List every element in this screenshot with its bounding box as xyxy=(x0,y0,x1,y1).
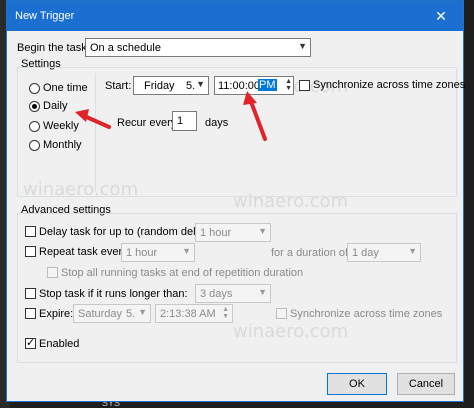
stop-running-label[interactable]: Stop all running tasks at end of repetit… xyxy=(61,267,303,279)
chevron-down-icon: ▼ xyxy=(408,246,417,256)
radio-daily-label[interactable]: Daily xyxy=(43,100,67,112)
radio-weekly[interactable] xyxy=(29,121,40,132)
repeat-label[interactable]: Repeat task every: xyxy=(39,246,131,258)
duration-label: for a duration of: xyxy=(271,247,352,259)
begin-task-label: Begin the task: xyxy=(17,42,90,54)
duration-dropdown[interactable]: 1 day ▼ xyxy=(347,243,421,262)
stop-if-label[interactable]: Stop task if it runs longer than: xyxy=(39,288,188,300)
ok-button[interactable]: OK xyxy=(327,373,387,395)
stop-if-dropdown[interactable]: 3 days ▼ xyxy=(195,284,271,303)
repeat-checkbox[interactable] xyxy=(25,246,36,257)
stop-if-checkbox[interactable] xyxy=(25,288,36,299)
delay-label[interactable]: Delay task for up to (random delay): xyxy=(39,226,214,238)
arrow-head-daily xyxy=(75,109,89,122)
new-trigger-dialog: New Trigger ✕ winaero.com winaero.com wi… xyxy=(6,0,465,402)
begin-task-value: On a schedule xyxy=(90,42,161,54)
radio-one-time[interactable] xyxy=(29,83,40,94)
expire-sync-label[interactable]: Synchronize across time zones xyxy=(290,308,442,320)
spin-buttons-icon: ▲ ▼ xyxy=(222,306,229,320)
radio-monthly[interactable] xyxy=(29,140,40,151)
delay-dropdown[interactable]: 1 hour ▼ xyxy=(195,223,271,242)
begin-task-dropdown[interactable]: On a schedule ▼ xyxy=(85,38,311,57)
close-icon[interactable]: ✕ xyxy=(419,1,463,31)
repeat-dropdown[interactable]: 1 hour ▼ xyxy=(121,243,195,262)
expire-sync-checkbox[interactable] xyxy=(276,308,287,319)
sync-timezones-label[interactable]: Synchronize across time zones xyxy=(313,79,465,91)
enabled-label[interactable]: Enabled xyxy=(39,338,79,350)
stop-if-value: 3 days xyxy=(200,288,233,300)
chevron-down-icon: ▼ xyxy=(298,41,307,51)
chevron-down-icon: ▼ xyxy=(138,307,147,317)
chevron-down-icon: ▼ xyxy=(182,246,191,256)
window-title: New Trigger xyxy=(15,10,75,22)
title-bar: New Trigger ✕ xyxy=(7,1,463,31)
annotation-arrows xyxy=(75,91,267,141)
expire-time-value: 2:13:38 AM xyxy=(160,308,216,320)
expire-label[interactable]: Expire: xyxy=(39,308,73,320)
arrow-head-time xyxy=(243,91,257,105)
arrow-to-start-time xyxy=(248,97,267,141)
expire-time-picker[interactable]: 2:13:38 AM ▲ ▼ xyxy=(155,304,233,323)
delay-checkbox[interactable] xyxy=(25,226,36,237)
expire-date-rest: 5. xyxy=(126,308,136,320)
delay-value: 1 hour xyxy=(200,227,232,239)
enabled-checkbox[interactable] xyxy=(25,336,36,349)
repeat-value: 1 hour xyxy=(126,247,158,259)
chevron-down-icon: ▼ xyxy=(258,287,267,297)
cancel-button[interactable]: Cancel xyxy=(397,373,455,395)
expire-checkbox[interactable] xyxy=(25,308,36,319)
expire-date-day: Saturday xyxy=(78,308,123,320)
stop-running-checkbox[interactable] xyxy=(47,267,58,278)
expire-date-picker[interactable]: Saturday 5. ▼ xyxy=(73,304,151,323)
duration-value: 1 day xyxy=(352,247,379,259)
radio-daily[interactable] xyxy=(29,101,40,112)
chevron-down-icon: ▼ xyxy=(258,226,267,236)
